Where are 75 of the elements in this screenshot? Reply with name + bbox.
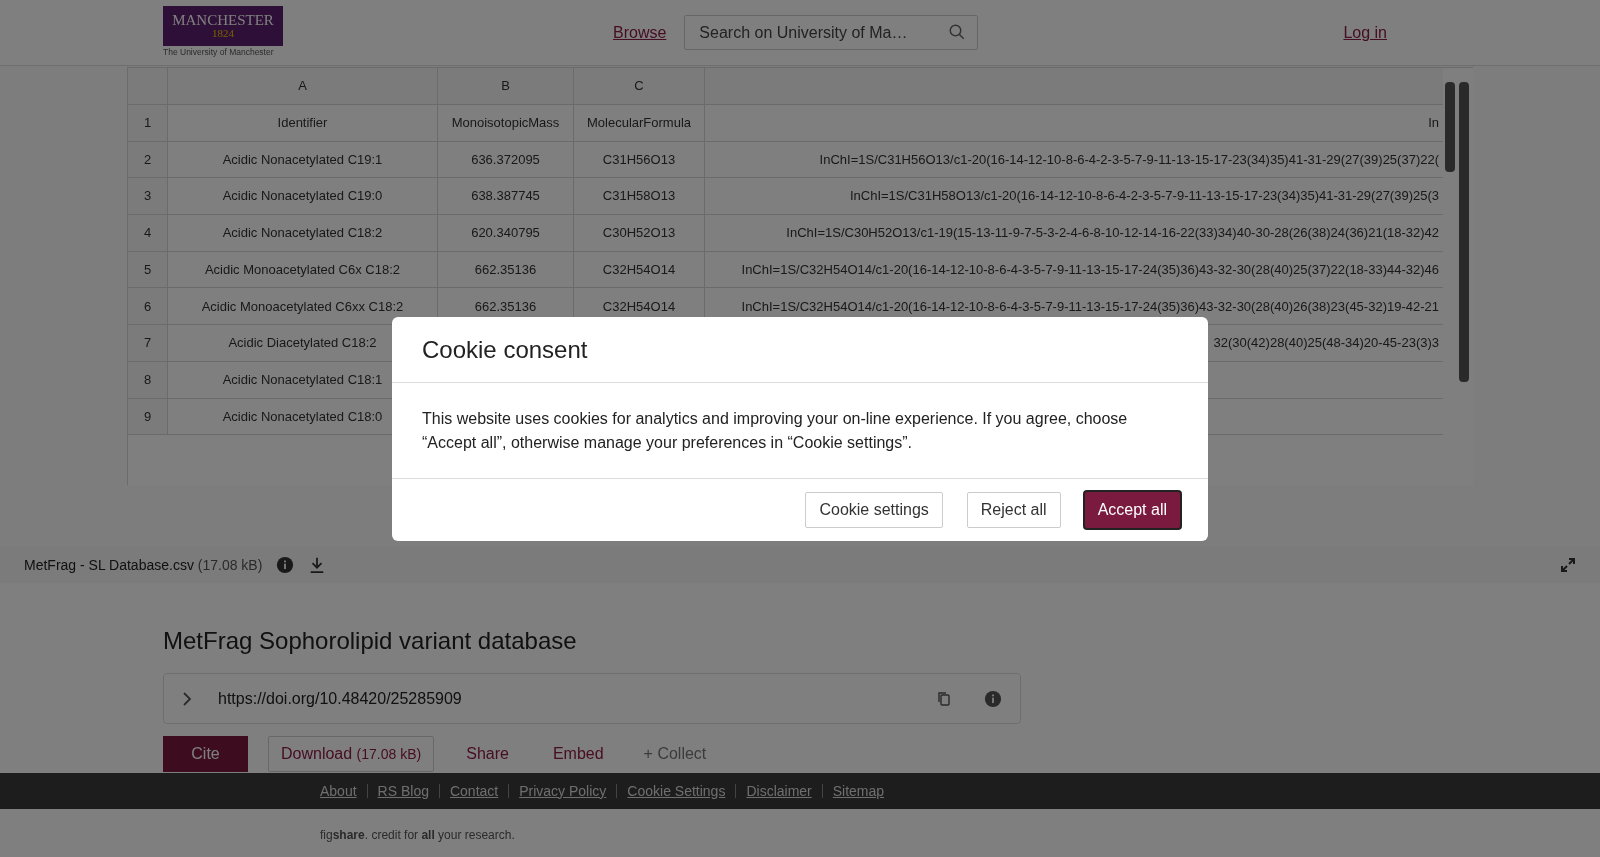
table-cell-text: C31H58O13 [602, 187, 676, 206]
table-cell-text: InChI=1S/C31H56O13/c1-20(16-14-12-10-8-6-4-2-3-5-7-9-11-13-15-17-23(34)35)41-31-29(27(39)25(37)22( [819, 150, 1439, 169]
table-cell-text: MonoisotopicMass [451, 114, 560, 133]
chevron-right-icon[interactable] [180, 691, 194, 706]
file-name: MetFrag - SL Database.csv (17.08 kB) [24, 555, 263, 575]
table-cell-text: Identifier [277, 114, 328, 133]
table-cell-text: Acidic Nonacetylated C18:0 [222, 407, 383, 426]
table-cell-text: C32H54O14 [602, 297, 676, 316]
row-number: 8 [143, 370, 152, 389]
table-cell-text: Acidic Nonacetylated C19:0 [222, 187, 383, 206]
table-cell-text: C30H52O13 [602, 224, 676, 243]
footer-link[interactable]: About [320, 780, 357, 802]
footer-link[interactable]: Contact [449, 780, 499, 802]
scrollbar[interactable] [1445, 82, 1455, 172]
fullscreen-icon[interactable] [1560, 557, 1576, 573]
search-icon[interactable] [948, 23, 967, 41]
download-button[interactable]: Download (17.08 kB) [268, 736, 435, 772]
dialog-message: This website uses cookies for analytics and improving your on-line experience. If you agree, choose “Accept all”, otherwise manage your preferences in “Cookie settings”. [422, 408, 1129, 453]
footer-link[interactable]: Disclaimer [746, 780, 812, 802]
table-cell-text: InChI=1S/C32H54O14/c1-20(16-14-12-10-8-6-4-3-5-7-9-11-13-15-17-24(35)36)43-32-30(28(40)25(37)22(18-33)44-32)46 [741, 260, 1439, 279]
table-cell-text: C32H54O14 [602, 260, 676, 279]
footer-link[interactable]: Privacy Policy [519, 780, 607, 802]
column-header: B [501, 77, 510, 96]
info-icon[interactable] [276, 556, 295, 574]
logo-year: 1824 [212, 28, 234, 40]
row-number: 9 [143, 407, 152, 426]
footer-link[interactable]: Sitemap [832, 780, 885, 802]
logo-subtitle: The University of Manchester [163, 46, 275, 59]
login-link[interactable]: Log in [1343, 20, 1387, 45]
collect-link[interactable]: + Collect [635, 742, 715, 766]
row-number: 4 [143, 224, 152, 243]
table-cell-text: InChI=1S/C32H54O14/c1-20(16-14-12-10-8-6-4-3-5-7-9-11-13-15-17-24(35)36)43-32-30(28(40)26(38)23(45-32)19-42-21 [741, 297, 1439, 316]
table-cell-text: 638.387745 [471, 187, 540, 206]
share-link[interactable]: Share [454, 742, 521, 766]
table-cell-text: Acidic Nonacetylated C18:1 [222, 370, 383, 389]
row-number: 6 [143, 297, 152, 316]
table-cell-text: 32(30(42)28(40)25(48-34)20-45-23(3)3 [1213, 334, 1439, 353]
table-cell-text: InChI=1S/C30H52O13/c1-19(15-13-11-9-7-5-3-2-4-6-8-10-12-14-16-22(33)34)40-30-28(26(38)24(36)21(18-32)42 [786, 224, 1439, 243]
footer-link[interactable]: RS Blog [377, 780, 429, 802]
accept-button[interactable]: Accept all [1084, 492, 1180, 528]
dialog-button[interactable]: Cookie settings [805, 492, 943, 528]
info-icon[interactable] [984, 689, 1002, 708]
row-number: 7 [143, 334, 152, 353]
table-cell-text: Acidic Diacetylated C18:2 [228, 334, 377, 353]
row-number: 3 [143, 187, 152, 206]
table-cell-text: 662.35136 [474, 297, 537, 316]
item-title: MetFrag Sophorolipid variant database [163, 626, 578, 656]
copy-icon[interactable] [936, 690, 952, 707]
logo-name: MANCHESTER [172, 13, 274, 29]
cite-button[interactable]: Cite [163, 736, 248, 772]
table-cell-text: C31H56O13 [602, 150, 676, 169]
table-cell-text: 662.35136 [474, 260, 537, 279]
embed-link[interactable]: Embed [540, 742, 616, 766]
row-number: 1 [143, 114, 152, 133]
tagline: figshare. credit for all your research. [320, 828, 515, 842]
search-field[interactable]: Search on University of Ma… [684, 15, 979, 50]
dialog-button[interactable]: Reject all [966, 492, 1061, 528]
column-header: C [634, 77, 644, 96]
table-cell-text: 636.372095 [471, 150, 540, 169]
doi-link[interactable]: https://doi.org/10.48420/25285909 [218, 686, 462, 711]
row-number: 5 [143, 260, 152, 279]
table-cell-text: In [1428, 114, 1439, 133]
table-cell-text: InChI=1S/C31H58O13/c1-20(16-14-12-10-8-6-4-2-3-5-7-9-11-13-15-17-23(34)35)41-31-29(27(39)25(3 [849, 187, 1439, 206]
table-cell-text: Acidic Nonacetylated C19:1 [222, 150, 383, 169]
table-cell-text: Acidic Nonacetylated C18:2 [222, 224, 383, 243]
table-cell-text: MolecularFormula [586, 114, 691, 133]
table-cell-text: Acidic Monoacetylated C6xx C18:2 [201, 297, 404, 316]
dialog-title: Cookie consent [422, 334, 588, 365]
table-cell-text: Acidic Monoacetylated C6x C18:2 [204, 260, 401, 279]
row-number: 2 [143, 150, 152, 169]
browse-link[interactable]: Browse [613, 20, 667, 45]
column-header: A [298, 77, 307, 96]
table-cell-text: 620.340795 [471, 224, 540, 243]
scrollbar[interactable] [1459, 82, 1469, 382]
footer-link[interactable]: Cookie Settings [627, 780, 726, 802]
